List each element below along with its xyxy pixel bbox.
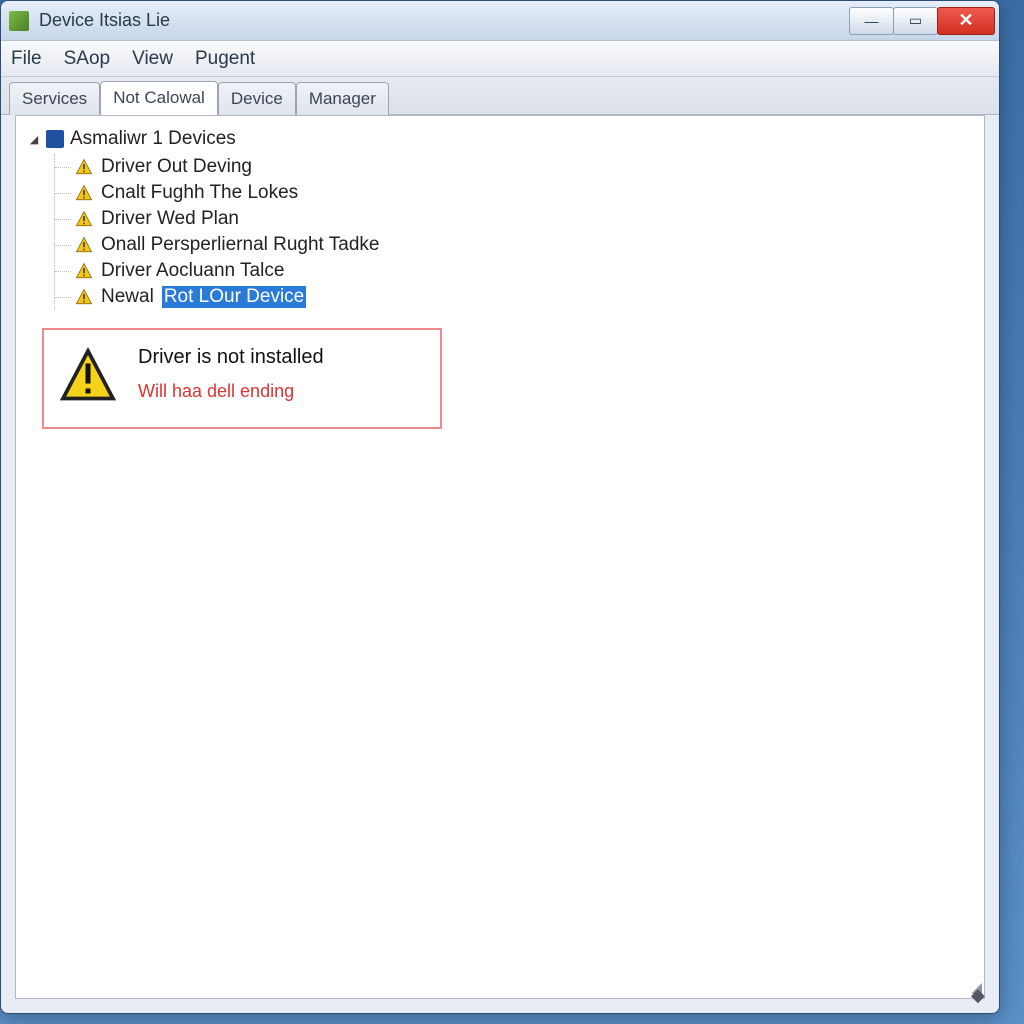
window-controls: — ▭ ✕ bbox=[850, 7, 995, 35]
window-title: Device Itsias Lie bbox=[39, 10, 850, 31]
close-icon: ✕ bbox=[958, 10, 973, 31]
content-pane: ◢ Asmaliwr 1 Devices Driver Out Deving C… bbox=[15, 115, 985, 999]
menu-shop[interactable]: SAop bbox=[64, 48, 110, 70]
warning-icon bbox=[75, 210, 93, 228]
menu-view[interactable]: View bbox=[132, 48, 173, 70]
window-resize-grip[interactable]: ◆ bbox=[971, 985, 983, 997]
warning-icon bbox=[75, 184, 93, 202]
computer-icon bbox=[46, 130, 64, 148]
tree-root-node[interactable]: ◢ Asmaliwr 1 Devices bbox=[28, 128, 972, 150]
info-text-block: Driver is not installed Will haa dell en… bbox=[138, 346, 324, 402]
warning-icon bbox=[75, 158, 93, 176]
warning-icon-large bbox=[58, 346, 118, 411]
warning-icon bbox=[75, 262, 93, 280]
tab-services[interactable]: Services bbox=[9, 82, 100, 115]
tree-item-label-prefix: Newal bbox=[101, 286, 154, 308]
info-main-text: Driver is not installed bbox=[138, 346, 324, 369]
tree-item[interactable]: Onall Persperliernal Rught Tadke bbox=[55, 232, 972, 258]
tree-item-label: Driver Out Deving bbox=[101, 156, 252, 178]
tree-item-label: Driver Aocluann Talce bbox=[101, 260, 284, 282]
tree-item[interactable]: Driver Wed Plan bbox=[55, 206, 972, 232]
tree-item[interactable]: Cnalt Fughh The Lokes bbox=[55, 180, 972, 206]
warning-icon bbox=[75, 236, 93, 254]
app-window: Device Itsias Lie — ▭ ✕ File SAop View P… bbox=[0, 0, 1000, 1014]
tree-item-label-selected: Rot LOur Device bbox=[162, 286, 306, 308]
tree-item-label: Driver Wed Plan bbox=[101, 208, 239, 230]
tree-item-label: Onall Persperliernal Rught Tadke bbox=[101, 234, 379, 256]
tree-item-selected[interactable]: Newal Rot LOur Device bbox=[55, 284, 972, 310]
tree-root-label: Asmaliwr 1 Devices bbox=[70, 128, 236, 150]
minimize-button[interactable]: — bbox=[849, 7, 894, 35]
tree-item[interactable]: Driver Out Deving bbox=[55, 154, 972, 180]
tree-item[interactable]: Driver Aocluann Talce bbox=[55, 258, 972, 284]
minimize-icon: — bbox=[865, 13, 879, 29]
maximize-button[interactable]: ▭ bbox=[893, 7, 938, 35]
driver-info-panel: Driver is not installed Will haa dell en… bbox=[42, 328, 442, 429]
app-icon bbox=[9, 11, 29, 31]
tree-item-label: Cnalt Fughh The Lokes bbox=[101, 182, 298, 204]
info-sub-text: Will haa dell ending bbox=[138, 381, 324, 402]
collapse-icon[interactable]: ◢ bbox=[28, 133, 40, 145]
tree-children: Driver Out Deving Cnalt Fughh The Lokes … bbox=[54, 154, 972, 310]
close-button[interactable]: ✕ bbox=[937, 7, 995, 35]
maximize-icon: ▭ bbox=[909, 12, 922, 29]
menu-pugent[interactable]: Pugent bbox=[195, 48, 255, 70]
tab-not-calowal[interactable]: Not Calowal bbox=[100, 81, 218, 115]
menubar: File SAop View Pugent bbox=[1, 41, 999, 77]
tab-manager[interactable]: Manager bbox=[296, 82, 389, 115]
warning-icon bbox=[75, 288, 93, 306]
menu-file[interactable]: File bbox=[11, 48, 42, 70]
titlebar[interactable]: Device Itsias Lie — ▭ ✕ bbox=[1, 1, 999, 41]
tab-device[interactable]: Device bbox=[218, 82, 296, 115]
tabbar: Services Not Calowal Device Manager bbox=[1, 77, 999, 115]
